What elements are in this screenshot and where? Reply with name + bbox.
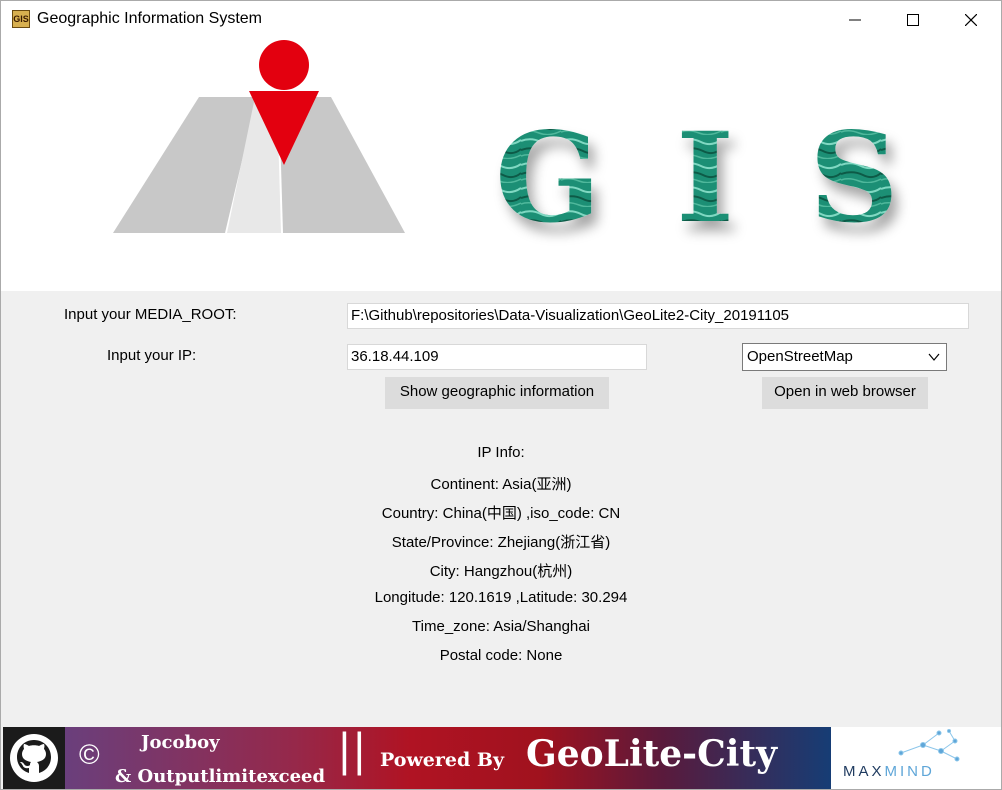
maxmind-logo[interactable]: MAXMIND (831, 727, 1001, 789)
ip-info-city: City: Hangzhou(杭州) (429, 563, 573, 580)
maxmind-constellation-icon (898, 729, 960, 762)
gis-title: G I S (495, 106, 915, 251)
chevron-down-icon (928, 353, 940, 361)
github-icon (10, 734, 58, 782)
gis-title-graphic: G I S (495, 106, 915, 251)
map-provider-value: OpenStreetMap (747, 348, 853, 365)
open-browser-button[interactable]: Open in web browser (762, 377, 928, 409)
footer-banner: © Jocoboy & Outputlimitexceed || Powered… (1, 725, 1001, 789)
ip-info-coordinates: Longitude: 120.1619 ,Latitude: 30.294 (374, 589, 628, 606)
github-logo[interactable] (3, 727, 65, 789)
banner: G I S (1, 39, 1001, 291)
ip-input[interactable]: 36.18.44.109 (347, 344, 647, 370)
media-root-label: Input your MEDIA_ROOT: (64, 306, 237, 323)
ip-label: Input your IP: (107, 347, 197, 364)
maxmind-prefix: MAX (843, 763, 885, 780)
maxmind-wordmark: MAXMIND (843, 763, 935, 780)
map-provider-select[interactable]: OpenStreetMap (742, 343, 947, 371)
minimize-icon (849, 19, 861, 21)
minimize-button[interactable] (826, 1, 884, 39)
close-button[interactable] (942, 1, 1000, 39)
maximize-button[interactable] (884, 1, 942, 39)
app-window: GIS Geographic Information System G I S … (0, 0, 1002, 790)
powered-by-text: Powered By (380, 749, 504, 771)
footer-separator: || (337, 725, 367, 776)
author-secondary: & Outputlimitexceed (115, 766, 326, 787)
author-primary: Jocoboy (141, 732, 220, 753)
title-bar[interactable]: GIS Geographic Information System (1, 1, 1001, 39)
ip-info-timezone: Time_zone: Asia/Shanghai (412, 618, 590, 635)
banner-graphic: G I S (113, 40, 915, 251)
ip-info-state: State/Province: Zhejiang(浙江省) (391, 534, 611, 551)
copyright-symbol: © (79, 739, 100, 770)
ip-info-continent: Continent: Asia(亚洲) (430, 476, 572, 493)
ip-info-postal: Postal code: None (439, 647, 563, 664)
show-geo-info-button[interactable]: Show geographic information (385, 377, 609, 409)
road-location-pin-logo (113, 40, 405, 233)
maximize-icon (907, 14, 919, 26)
product-name: GeoLite-City (526, 733, 777, 775)
credits-bar: © Jocoboy & Outputlimitexceed || Powered… (65, 725, 831, 789)
app-icon: GIS (12, 10, 30, 28)
close-icon (965, 14, 977, 26)
maxmind-suffix: MIND (884, 763, 935, 780)
window-title: Geographic Information System (37, 10, 262, 27)
media-root-input[interactable]: F:\Github\repositories\Data-Visualizatio… (347, 303, 969, 329)
ip-info-heading: IP Info: (477, 444, 525, 461)
ip-info-country: Country: China(中国) ,iso_code: CN (381, 505, 621, 522)
